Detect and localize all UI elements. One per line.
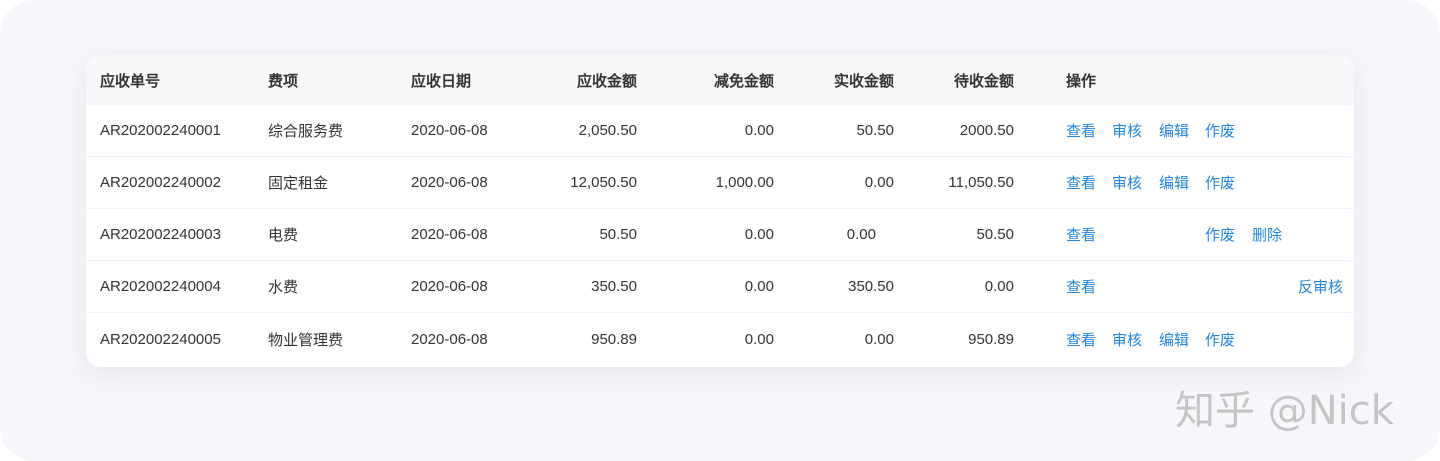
cell-receivable-no: AR202002240002 <box>100 174 221 191</box>
table-row: AR202002240002 固定租金 2020-06-08 12,050.50… <box>86 157 1354 209</box>
watermark-text: 知乎 @Nick <box>1175 388 1394 434</box>
table-header: 应收单号 费项 应收日期 应收金额 减免金额 实收金额 待收金额 操作 <box>86 55 1354 105</box>
header-amount-received: 实收金额 <box>833 72 894 90</box>
view-link[interactable]: 查看 <box>1066 313 1096 365</box>
audit-link[interactable]: 审核 <box>1112 157 1142 208</box>
cell-due-date: 2020-06-08 <box>411 226 488 243</box>
cell-receivable-no: AR202002240003 <box>100 226 221 243</box>
view-link[interactable]: 查看 <box>1066 157 1096 208</box>
edit-link[interactable]: 编辑 <box>1159 157 1189 208</box>
cell-amount-relief: 0.00 <box>744 122 774 139</box>
audit-link[interactable]: 审核 <box>1112 313 1142 365</box>
cell-due-date: 2020-06-08 <box>411 278 488 295</box>
table-row: AR202002240003 电费 2020-06-08 50.50 0.00 … <box>86 209 1354 261</box>
cell-amount-pending: 50.50 <box>976 226 1014 243</box>
cell-amount-received: 0.00 <box>864 174 894 191</box>
header-amount-relief: 减免金额 <box>713 72 774 90</box>
cell-fee-item: 综合服务费 <box>268 123 344 140</box>
cell-amount-due: 50.50 <box>599 226 637 243</box>
cell-amount-received: 0.00 <box>846 226 876 243</box>
cell-fee-item: 固定租金 <box>268 175 329 192</box>
cell-amount-pending: 0.00 <box>984 278 1014 295</box>
table-row: AR202002240001 综合服务费 2020-06-08 2,050.50… <box>86 105 1354 157</box>
edit-link[interactable]: 编辑 <box>1159 105 1189 156</box>
void-link[interactable]: 作废 <box>1205 313 1235 365</box>
cell-amount-received: 50.50 <box>856 122 894 139</box>
cell-receivable-no: AR202002240005 <box>100 330 221 348</box>
cell-fee-item: 电费 <box>268 227 299 244</box>
header-amount-pending: 待收金额 <box>953 72 1014 90</box>
table-row: AR202002240004 水费 2020-06-08 350.50 0.00… <box>86 261 1354 313</box>
header-operations: 操作 <box>1066 72 1097 90</box>
cell-due-date: 2020-06-08 <box>411 174 488 191</box>
table-row: AR202002240005 物业管理费 2020-06-08 950.89 0… <box>86 313 1354 365</box>
cell-amount-due: 950.89 <box>591 330 637 348</box>
edit-link[interactable]: 编辑 <box>1159 313 1189 365</box>
cell-amount-due: 350.50 <box>591 278 637 295</box>
cell-receivable-no: AR202002240004 <box>100 278 221 295</box>
cell-amount-relief: 0.00 <box>744 330 774 348</box>
receivables-table: 应收单号 费项 应收日期 应收金额 减免金额 实收金额 待收金额 操作 AR20… <box>86 55 1354 367</box>
header-fee-item: 费项 <box>268 72 299 90</box>
cell-amount-received: 0.00 <box>864 330 894 348</box>
header-receivable-no: 应收单号 <box>100 72 161 90</box>
cell-due-date: 2020-06-08 <box>411 330 488 348</box>
cell-receivable-no: AR202002240001 <box>100 122 221 139</box>
cell-amount-relief: 0.00 <box>744 226 774 243</box>
cell-amount-pending: 11,050.50 <box>948 174 1014 191</box>
cell-amount-pending: 950.89 <box>968 330 1014 348</box>
cell-amount-pending: 2000.50 <box>959 122 1014 139</box>
cell-amount-due: 12,050.50 <box>570 174 637 191</box>
cell-due-date: 2020-06-08 <box>411 122 488 139</box>
delete-link[interactable]: 删除 <box>1252 209 1282 260</box>
void-link[interactable]: 作废 <box>1205 209 1235 260</box>
cell-amount-due: 2,050.50 <box>578 122 637 139</box>
header-due-date: 应收日期 <box>411 72 472 90</box>
audit-link[interactable]: 审核 <box>1112 105 1142 156</box>
header-amount-due: 应收金额 <box>576 72 637 90</box>
view-link[interactable]: 查看 <box>1066 105 1096 156</box>
view-link[interactable]: 查看 <box>1066 209 1096 260</box>
cell-amount-received: 350.50 <box>848 278 894 295</box>
cell-amount-relief: 1,000.00 <box>715 174 774 191</box>
void-link[interactable]: 作废 <box>1205 105 1235 156</box>
cell-fee-item: 物业管理费 <box>268 331 344 349</box>
void-link[interactable]: 作废 <box>1205 157 1235 208</box>
cell-fee-item: 水费 <box>268 279 299 296</box>
cell-amount-relief: 0.00 <box>744 278 774 295</box>
view-link[interactable]: 查看 <box>1066 261 1096 312</box>
reaudit-link[interactable]: 反审核 <box>1298 261 1343 312</box>
